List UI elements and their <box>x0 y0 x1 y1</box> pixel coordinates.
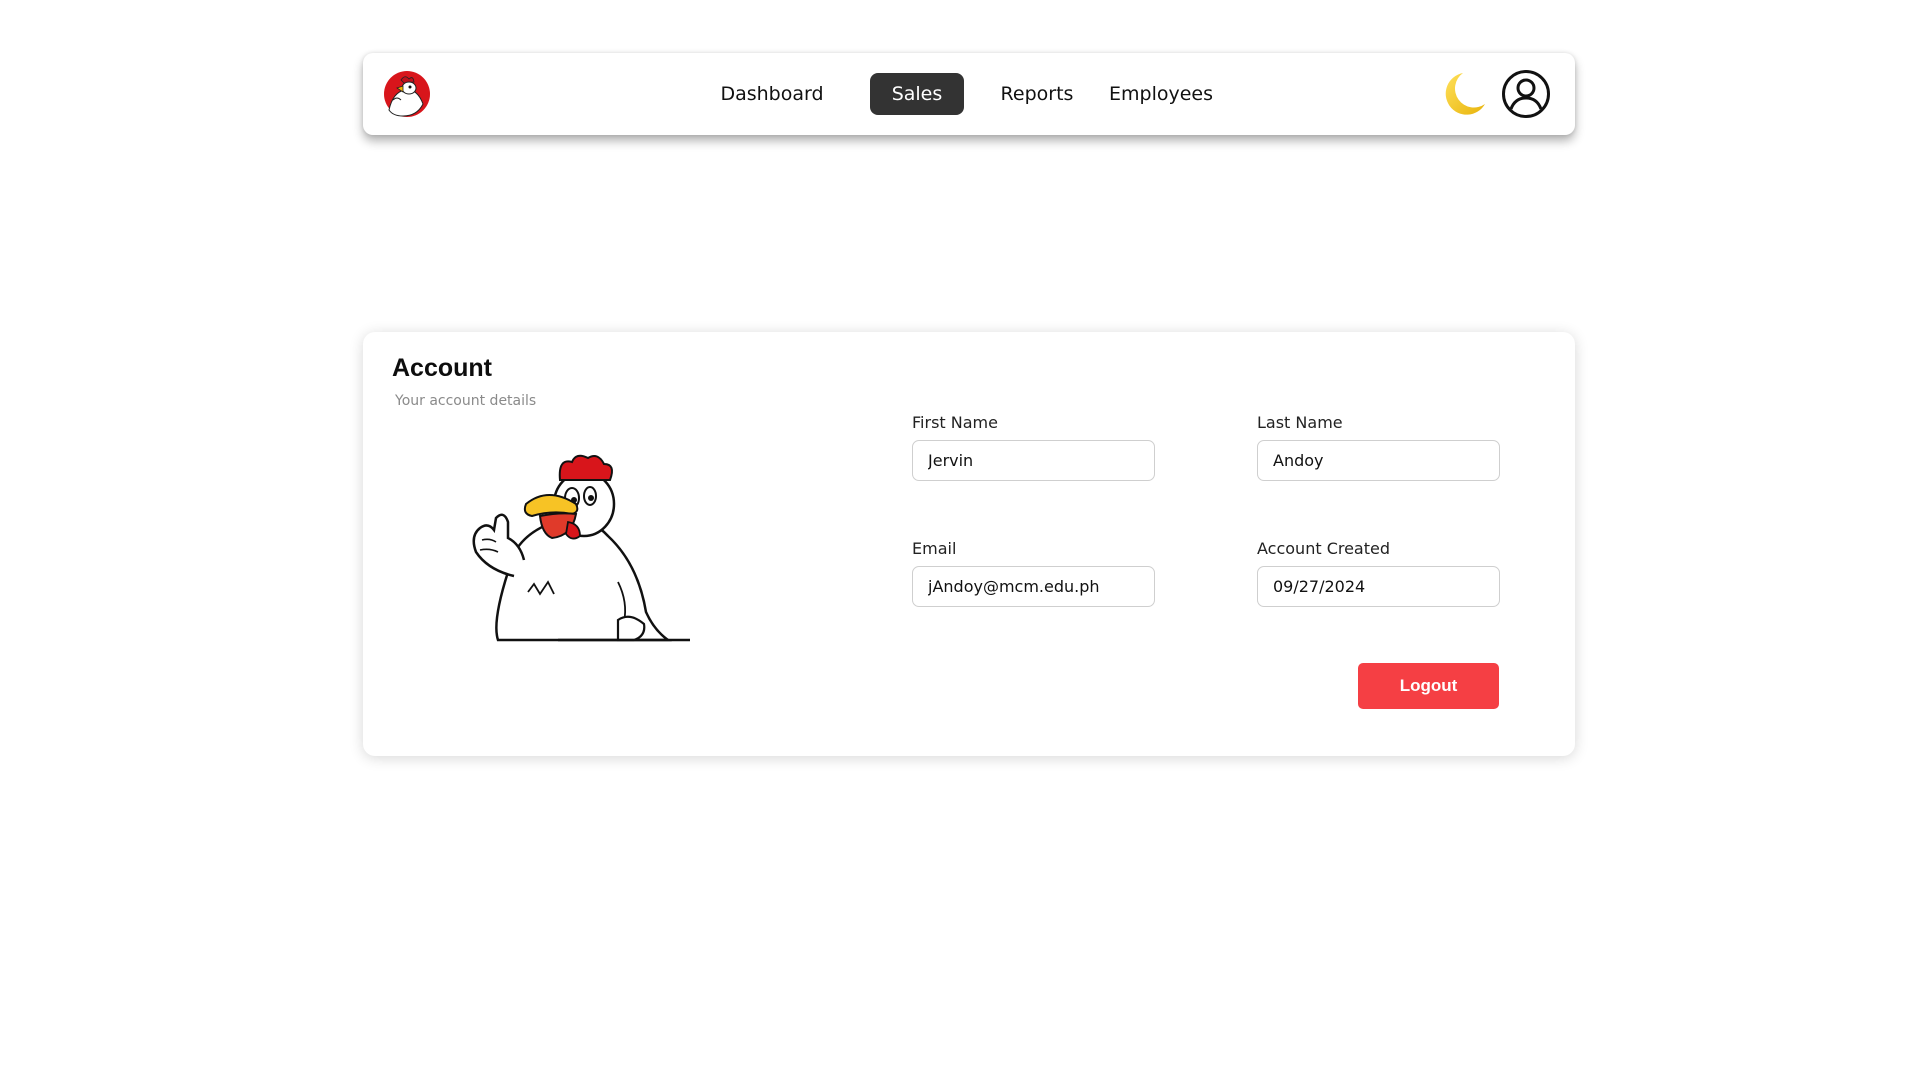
chicken-mascot-icon <box>468 452 690 642</box>
email-label: Email <box>912 539 957 558</box>
nav-sales[interactable]: Sales <box>870 73 964 115</box>
nav-employees[interactable]: Employees <box>1109 73 1213 115</box>
last-name-field[interactable] <box>1257 440 1500 481</box>
nav-reports[interactable]: Reports <box>1000 73 1074 115</box>
nav-dashboard[interactable]: Dashboard <box>720 73 824 115</box>
first-name-field[interactable] <box>912 440 1155 481</box>
account-title: Account <box>392 354 492 382</box>
account-created-label: Account Created <box>1257 539 1391 558</box>
nav-links: Dashboard Sales Reports Employees <box>363 73 1575 115</box>
top-navbar: Dashboard Sales Reports Employees <box>363 53 1575 135</box>
account-created-field[interactable] <box>1257 566 1500 607</box>
moon-icon[interactable] <box>1441 70 1487 118</box>
email-field[interactable] <box>912 566 1155 607</box>
user-circle-icon[interactable] <box>1501 69 1551 119</box>
last-name-label: Last Name <box>1257 413 1343 432</box>
account-card: Account Your account details First Name … <box>363 332 1575 756</box>
account-subtitle: Your account details <box>395 393 537 409</box>
logout-button[interactable]: Logout <box>1358 663 1499 709</box>
first-name-label: First Name <box>912 413 998 432</box>
